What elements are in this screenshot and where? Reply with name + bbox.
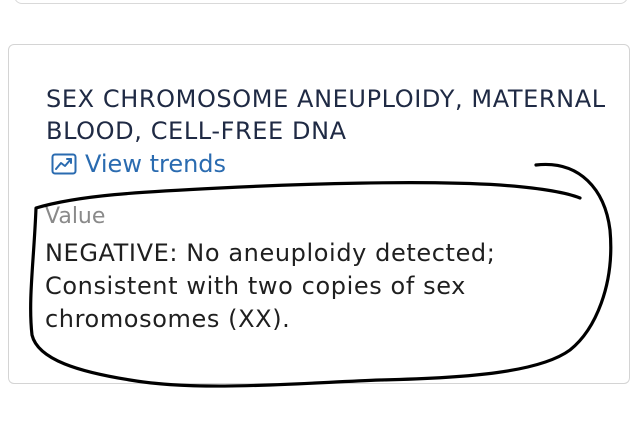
value-label: Value xyxy=(45,204,106,229)
result-card: SEX CHROMOSOME ANEUPLOIDY, MATERNAL BLOO… xyxy=(8,44,630,384)
test-title: SEX CHROMOSOME ANEUPLOIDY, MATERNAL BLOO… xyxy=(46,85,606,145)
trend-chart-icon xyxy=(51,153,77,175)
view-trends-link[interactable]: View trends xyxy=(51,149,226,179)
previous-result-card xyxy=(14,0,628,4)
view-trends-label: View trends xyxy=(85,150,227,178)
result-value: NEGATIVE: No aneuploidy detected; Consis… xyxy=(45,239,496,333)
